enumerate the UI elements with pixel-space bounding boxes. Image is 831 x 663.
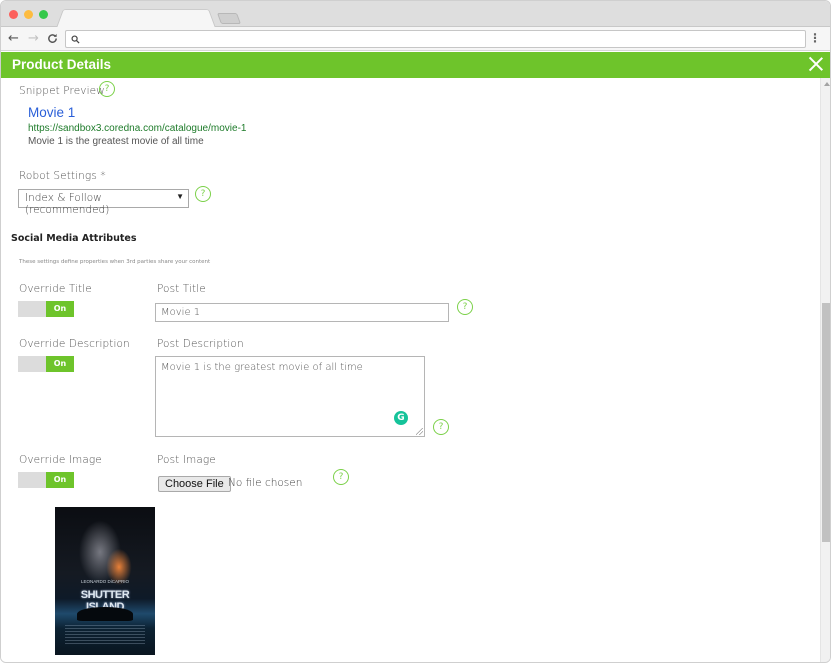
resize-handle[interactable]	[416, 428, 423, 435]
override-description-toggle[interactable]: On	[18, 356, 74, 372]
minimize-window-button[interactable]	[24, 10, 33, 19]
override-description-label: Override Description	[19, 338, 130, 350]
address-bar[interactable]	[65, 30, 806, 48]
snippet-url: https://sandbox3.coredna.com/catalogue/m…	[28, 123, 247, 134]
forward-button[interactable]: →	[28, 30, 39, 47]
poster-actor-text: LEONARDO DiCAPRIO	[80, 579, 129, 584]
toggle-off-side	[18, 356, 46, 372]
back-button[interactable]: ←	[8, 30, 19, 47]
post-image-preview: LEONARDO DiCAPRIO SHUTTER ISLAND	[55, 507, 155, 655]
robot-settings-select[interactable]: Index & Follow (recommended) ▼	[18, 189, 189, 216]
search-icon	[71, 35, 80, 44]
section-subheading: These settings define properties when 3r…	[19, 259, 211, 265]
file-status-text: No file chosen	[228, 477, 303, 489]
post-title-help-icon[interactable]: ?	[457, 299, 473, 315]
override-title-toggle[interactable]: On	[18, 301, 74, 317]
close-panel-button[interactable]	[807, 55, 825, 73]
post-description-textarea[interactable]: Movie 1 is the greatest movie of all tim…	[155, 356, 425, 437]
dropdown-arrow-icon: ▼	[176, 192, 184, 201]
reload-button[interactable]	[47, 30, 58, 49]
product-details-content: Snippet Preview ? Movie 1 https://sandbo…	[1, 78, 820, 662]
robot-settings-help-icon[interactable]: ?	[195, 186, 211, 202]
robot-settings-value: Index & Follow (recommended)	[25, 192, 110, 216]
browser-window: ← → ⋮ Product Details Snippet Preview ? …	[0, 0, 831, 663]
poster-credits	[65, 625, 145, 645]
post-description-help-icon[interactable]: ?	[433, 419, 449, 435]
post-description-label: Post Description	[157, 338, 244, 350]
post-title-input[interactable]: Movie 1	[155, 303, 449, 322]
override-image-label: Override Image	[19, 454, 102, 466]
browser-toolbar: ← → ⋮	[1, 27, 830, 51]
post-image-help-icon[interactable]: ?	[333, 469, 349, 485]
toggle-off-side	[18, 472, 46, 488]
snippet-preview-label: Snippet Preview	[19, 85, 105, 97]
vertical-scrollbar[interactable]	[820, 78, 830, 662]
post-image-label: Post Image	[157, 454, 216, 466]
override-image-toggle[interactable]: On	[18, 472, 74, 488]
grammarly-icon[interactable]: G	[394, 411, 408, 425]
browser-tab[interactable]	[56, 9, 216, 28]
toggle-on-side: On	[46, 472, 74, 488]
section-heading-social-media: Social Media Attributes	[11, 233, 137, 244]
scroll-up-arrow-icon[interactable]	[824, 82, 830, 86]
toggle-on-side: On	[46, 301, 74, 317]
panel-header: Product Details	[1, 52, 830, 78]
snippet-description: Movie 1 is the greatest movie of all tim…	[28, 136, 204, 147]
scrollbar-thumb[interactable]	[822, 303, 830, 542]
snippet-help-icon[interactable]: ?	[99, 81, 115, 97]
toggle-off-side	[18, 301, 46, 317]
panel-title: Product Details	[12, 57, 112, 72]
close-window-button[interactable]	[9, 10, 18, 19]
choose-file-button[interactable]: Choose File	[158, 476, 231, 492]
toggle-on-side: On	[46, 356, 74, 372]
poster-island-shape	[77, 607, 133, 621]
new-tab-button[interactable]	[216, 13, 242, 24]
post-description-value: Movie 1 is the greatest movie of all tim…	[161, 362, 363, 373]
override-title-label: Override Title	[19, 283, 92, 295]
reload-icon	[48, 33, 57, 43]
maximize-window-button[interactable]	[39, 10, 48, 19]
snippet-title: Movie 1	[28, 105, 76, 120]
robot-settings-label: Robot Settings *	[19, 170, 106, 182]
post-title-label: Post Title	[157, 283, 206, 295]
title-bar	[1, 1, 830, 28]
browser-menu-button[interactable]: ⋮	[809, 30, 821, 47]
